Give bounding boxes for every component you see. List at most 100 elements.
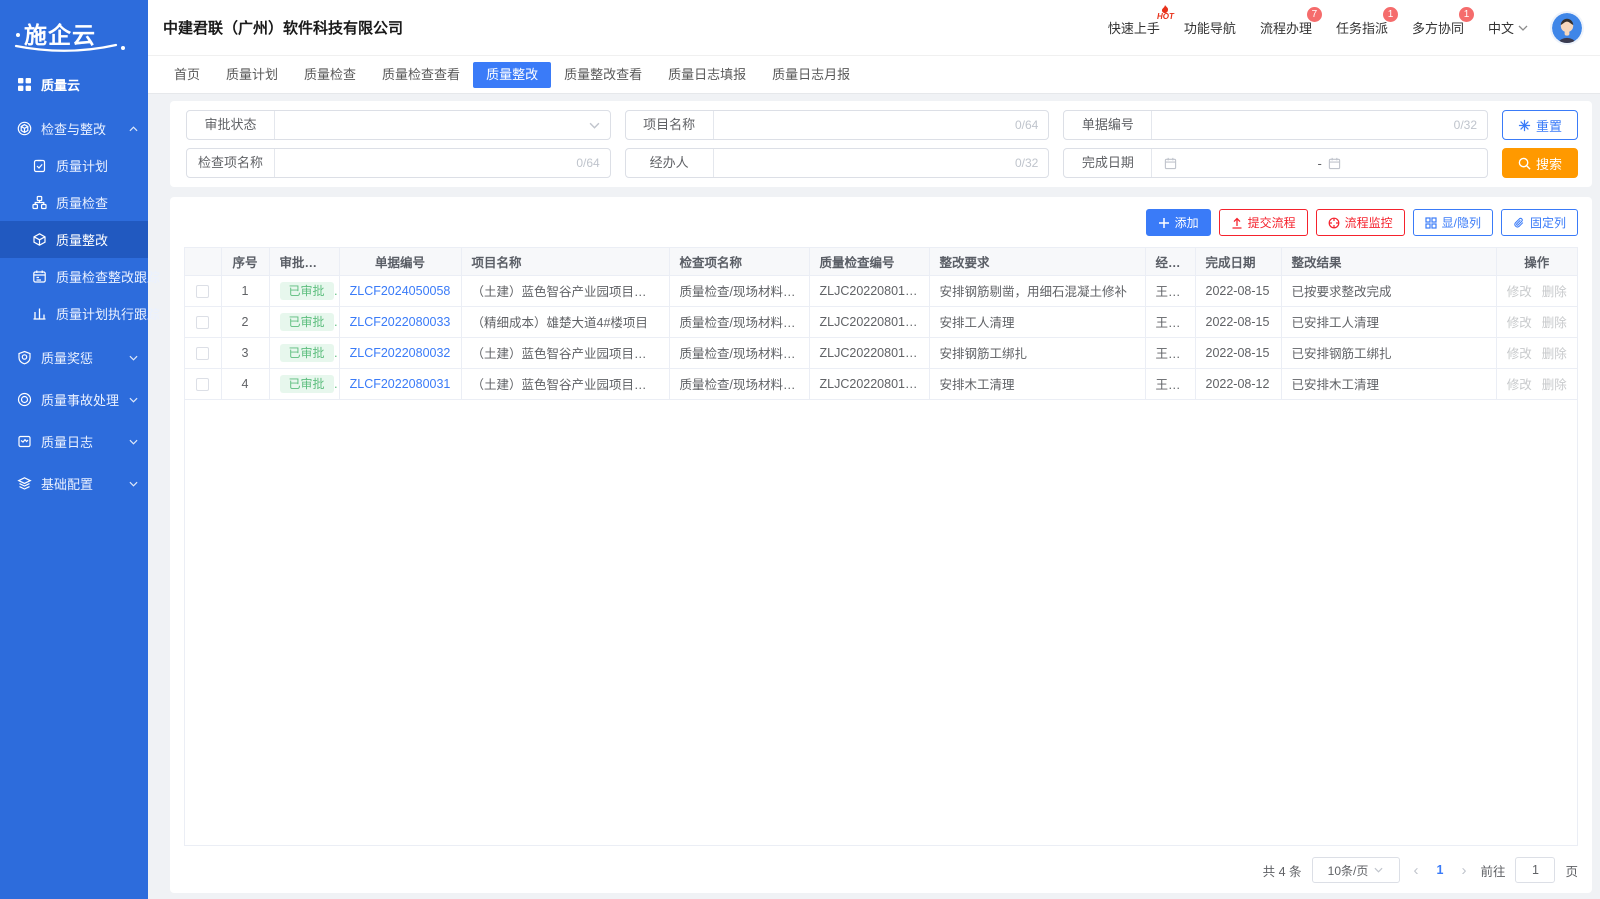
delete-link[interactable]: 删除	[1542, 285, 1567, 299]
tab-quality-journal-fill[interactable]: 质量日志填报	[655, 62, 759, 88]
field-label: 经办人	[626, 149, 714, 177]
doc-no-link[interactable]: ZLCF2022080033	[350, 315, 451, 329]
chevron-down-icon	[129, 397, 138, 403]
doc-no-link[interactable]: ZLCF2022080031	[350, 377, 451, 391]
avatar-face-icon	[1552, 13, 1582, 43]
cell-check-item: 质量检查/现场材料、设备...	[669, 275, 809, 306]
user-avatar[interactable]	[1552, 13, 1582, 43]
app-logo[interactable]: 施企云	[0, 0, 148, 62]
topbar-right: HOT 快速上手 功能导航 7 流程办理 1 任务指派 1 多方协同	[1108, 13, 1582, 43]
logo-swoosh-icon	[12, 42, 130, 56]
cell-operator: 王贤英	[1145, 275, 1195, 306]
sidebar-group-quality-journal[interactable]: 质量日志	[0, 423, 148, 460]
filter-field-check-item: 检查项名称 0/64	[186, 148, 611, 178]
doc-no-input[interactable]: 0/32	[1152, 111, 1487, 139]
sidebar-group-base-config[interactable]: 基础配置	[0, 465, 148, 502]
chevron-down-icon	[589, 122, 600, 129]
row-checkbox[interactable]	[196, 378, 209, 391]
cell-finish-date: 2022-08-12	[1195, 368, 1281, 399]
sidebar-item-label: 质量检查整改跟踪	[56, 267, 160, 286]
status-badge: 已审批	[280, 344, 334, 362]
table-header-row: 序号 审批状态 单据编号 项目名称 检查项名称 质量检查编号 整改要求 经办人 …	[185, 248, 1577, 275]
edit-link[interactable]: 修改	[1507, 285, 1532, 299]
tab-quality-check[interactable]: 质量检查	[291, 62, 369, 88]
add-button[interactable]: 添加	[1146, 209, 1211, 236]
operator-input[interactable]: 0/32	[714, 149, 1049, 177]
sidebar-group-label: 质量日志	[41, 432, 93, 451]
topnav-func-nav[interactable]: 功能导航	[1184, 18, 1236, 37]
sidebar-item-check-rectify-tracking[interactable]: 质量检查整改跟踪	[0, 258, 148, 295]
sidebar-item-quality-plan[interactable]: 质量计划	[0, 147, 148, 184]
table-row: 3 已审批 ZLCF2022080032 （土建）蓝色智谷产业园项目施工总承包.…	[185, 337, 1577, 368]
sidebar-group-label: 质量奖惩	[41, 348, 93, 367]
cell-check-item: 质量检查/现场材料、设备...	[669, 337, 809, 368]
chevron-down-icon	[1518, 25, 1528, 31]
cell-requirement: 安排钢筋剔凿，用细石混凝土修补	[929, 275, 1145, 306]
date-end-input[interactable]	[1328, 157, 1475, 170]
sidebar-group-quality-rewards[interactable]: 质量奖惩	[0, 339, 148, 376]
edit-link[interactable]: 修改	[1507, 378, 1532, 392]
col-result: 整改结果	[1281, 248, 1496, 275]
doc-no-link[interactable]: ZLCF2022080032	[350, 346, 451, 360]
topnav-process-handle[interactable]: 7 流程办理	[1260, 18, 1312, 37]
delete-link[interactable]: 删除	[1542, 347, 1567, 361]
tab-quality-rectify[interactable]: 质量整改	[473, 62, 551, 88]
tab-quality-rectify-view[interactable]: 质量整改查看	[551, 62, 655, 88]
doc-no-link[interactable]: ZLCF2024050058	[350, 284, 451, 298]
columns-grid-icon	[1425, 217, 1437, 229]
topnav-task-assign[interactable]: 1 任务指派	[1336, 18, 1388, 37]
cell-qc-no: ZLJC2022080173	[809, 337, 929, 368]
check-item-input[interactable]: 0/64	[275, 149, 610, 177]
filter-field-finish-date: 完成日期 -	[1063, 148, 1488, 178]
tab-bar: 首页 质量计划 质量检查 质量检查查看 质量整改 质量整改查看 质量日志填报 质…	[148, 56, 1600, 94]
status-badge: 已审批	[280, 282, 334, 300]
sidebar-group-inspect-rectify[interactable]: 检查与整改	[0, 110, 148, 147]
sidebar-group-quality-accident[interactable]: 质量事故处理	[0, 381, 148, 418]
tab-home[interactable]: 首页	[161, 62, 213, 88]
sidebar-item-quality-check[interactable]: 质量检查	[0, 184, 148, 221]
sidebar-item-plan-exec-tracking[interactable]: 质量计划执行跟踪	[0, 295, 148, 332]
submit-flow-button[interactable]: 提交流程	[1219, 209, 1308, 236]
cell-qc-no: ZLJC2022080172	[809, 368, 929, 399]
approval-status-select[interactable]	[275, 111, 610, 139]
show-hide-columns-button[interactable]: 显/隐列	[1413, 209, 1493, 236]
paperclip-icon	[1513, 217, 1525, 229]
monitor-icon	[1328, 217, 1340, 229]
total-count: 共 4 条	[1263, 861, 1302, 880]
topnav-quick-start[interactable]: HOT 快速上手	[1108, 18, 1160, 37]
tab-quality-journal-monthly[interactable]: 质量日志月报	[759, 62, 863, 88]
page-size-select[interactable]: 10条/页	[1312, 857, 1400, 883]
date-start-input[interactable]	[1164, 157, 1311, 170]
prev-page-button[interactable]: ‹	[1410, 862, 1423, 879]
row-checkbox[interactable]	[196, 347, 209, 360]
language-switcher[interactable]: 中文	[1488, 18, 1528, 37]
next-page-button[interactable]: ›	[1457, 862, 1470, 879]
tab-quality-plan[interactable]: 质量计划	[213, 62, 291, 88]
edit-link[interactable]: 修改	[1507, 316, 1532, 330]
tab-quality-check-view[interactable]: 质量检查查看	[369, 62, 473, 88]
flow-monitor-button[interactable]: 流程监控	[1316, 209, 1405, 236]
delete-link[interactable]: 删除	[1542, 316, 1567, 330]
cell-finish-date: 2022-08-15	[1195, 337, 1281, 368]
current-page[interactable]: 1	[1433, 863, 1448, 877]
sidebar-item-quality-rectify[interactable]: 质量整改	[0, 221, 148, 258]
table-row: 4 已审批 ZLCF2022080031 （土建）蓝色智谷产业园项目施工总承包.…	[185, 368, 1577, 399]
reset-button[interactable]: 重置	[1502, 110, 1578, 140]
goto-page-input[interactable]	[1515, 857, 1555, 883]
delete-link[interactable]: 删除	[1542, 378, 1567, 392]
chevron-down-icon	[129, 481, 138, 487]
row-checkbox[interactable]	[196, 285, 209, 298]
cell-requirement: 安排钢筋工绑扎	[929, 337, 1145, 368]
field-label: 单据编号	[1064, 111, 1152, 139]
cell-requirement: 安排工人清理	[929, 306, 1145, 337]
sitemap-icon	[32, 195, 47, 210]
pagination: 共 4 条 10条/页 ‹ 1 › 前往 页	[184, 857, 1578, 883]
sidebar-item-quality-cloud[interactable]: 质量云	[0, 66, 148, 103]
chevron-down-icon	[129, 355, 138, 361]
search-button[interactable]: 搜索	[1502, 148, 1578, 178]
project-name-input[interactable]: 0/64	[714, 111, 1049, 139]
topnav-multi-collab[interactable]: 1 多方协同	[1412, 18, 1464, 37]
edit-link[interactable]: 修改	[1507, 347, 1532, 361]
row-checkbox[interactable]	[196, 316, 209, 329]
fixed-columns-button[interactable]: 固定列	[1501, 209, 1578, 236]
